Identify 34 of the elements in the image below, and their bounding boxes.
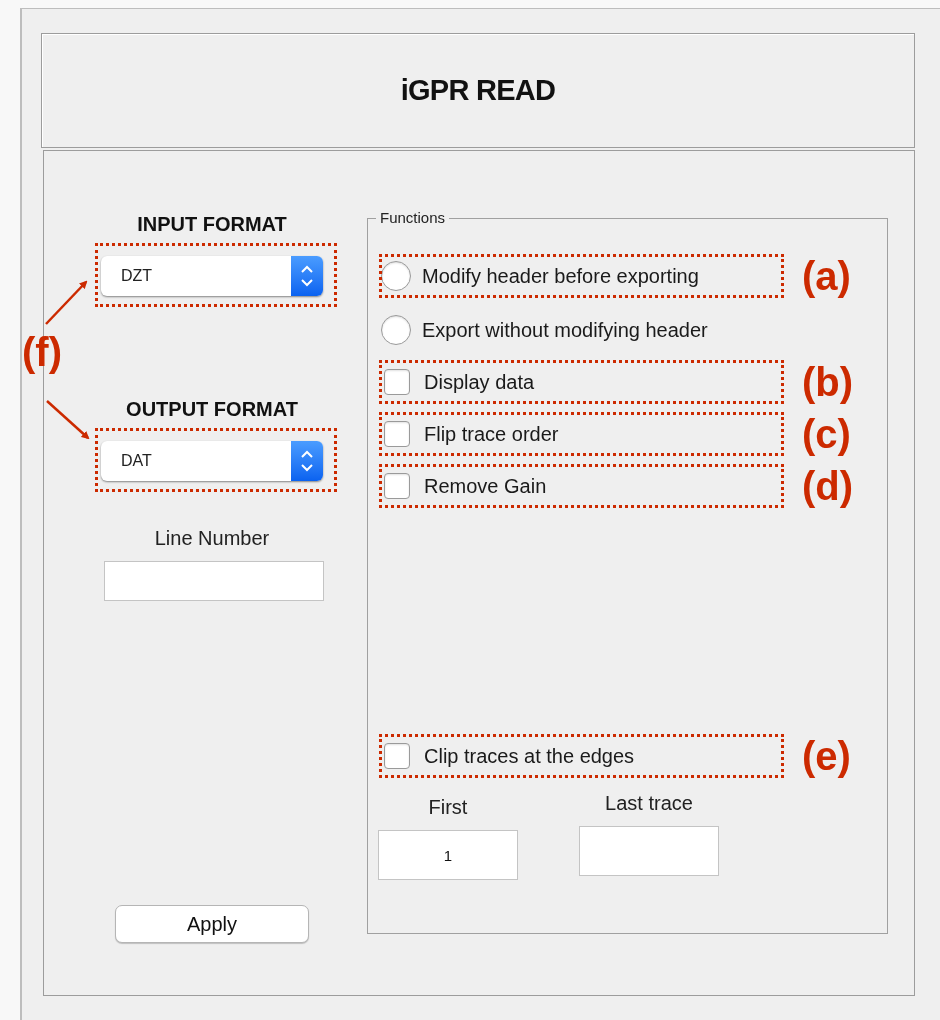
field-label: Line Number (154, 526, 270, 551)
pointer-arrow (46, 400, 90, 440)
checkbox[interactable] (384, 473, 410, 499)
checkbox[interactable] (384, 369, 410, 395)
annotation-label: (d) (802, 466, 854, 506)
annotation-label: (c) (802, 414, 851, 454)
text-field[interactable]: 1 (378, 830, 518, 880)
option-label: Modify header before exporting (422, 264, 699, 289)
option-label: Display data (424, 370, 535, 395)
stepper-icon (291, 256, 323, 296)
radio-button[interactable] (381, 261, 411, 291)
radio-button[interactable] (381, 315, 411, 345)
option-label: Flip trace order (424, 422, 559, 447)
option-label: Clip traces at the edges (424, 744, 635, 769)
text-field[interactable] (104, 561, 324, 601)
format-dropdown[interactable]: DAT (101, 441, 323, 481)
field-label: First (428, 795, 468, 820)
annotation-label: (b) (802, 362, 854, 402)
pointer-arrow (45, 280, 88, 325)
field-label: OUTPUT FORMAT (126, 397, 298, 422)
format-dropdown[interactable]: DZT (101, 256, 323, 296)
checkbox[interactable] (384, 743, 410, 769)
annotation-label: (e) (802, 736, 851, 776)
option-label: Export without modifying header (422, 318, 708, 343)
window-title: iGPR READ (400, 72, 556, 108)
text-field[interactable] (579, 826, 719, 876)
option-label: Remove Gain (424, 474, 547, 499)
field-label: INPUT FORMAT (137, 212, 287, 237)
field-label: Last trace (605, 791, 693, 816)
annotation-label: (a) (802, 256, 851, 296)
stepper-icon (291, 441, 323, 481)
apply-button[interactable]: Apply (115, 905, 309, 943)
checkbox[interactable] (384, 421, 410, 447)
annotation-label: (f) (22, 332, 62, 372)
